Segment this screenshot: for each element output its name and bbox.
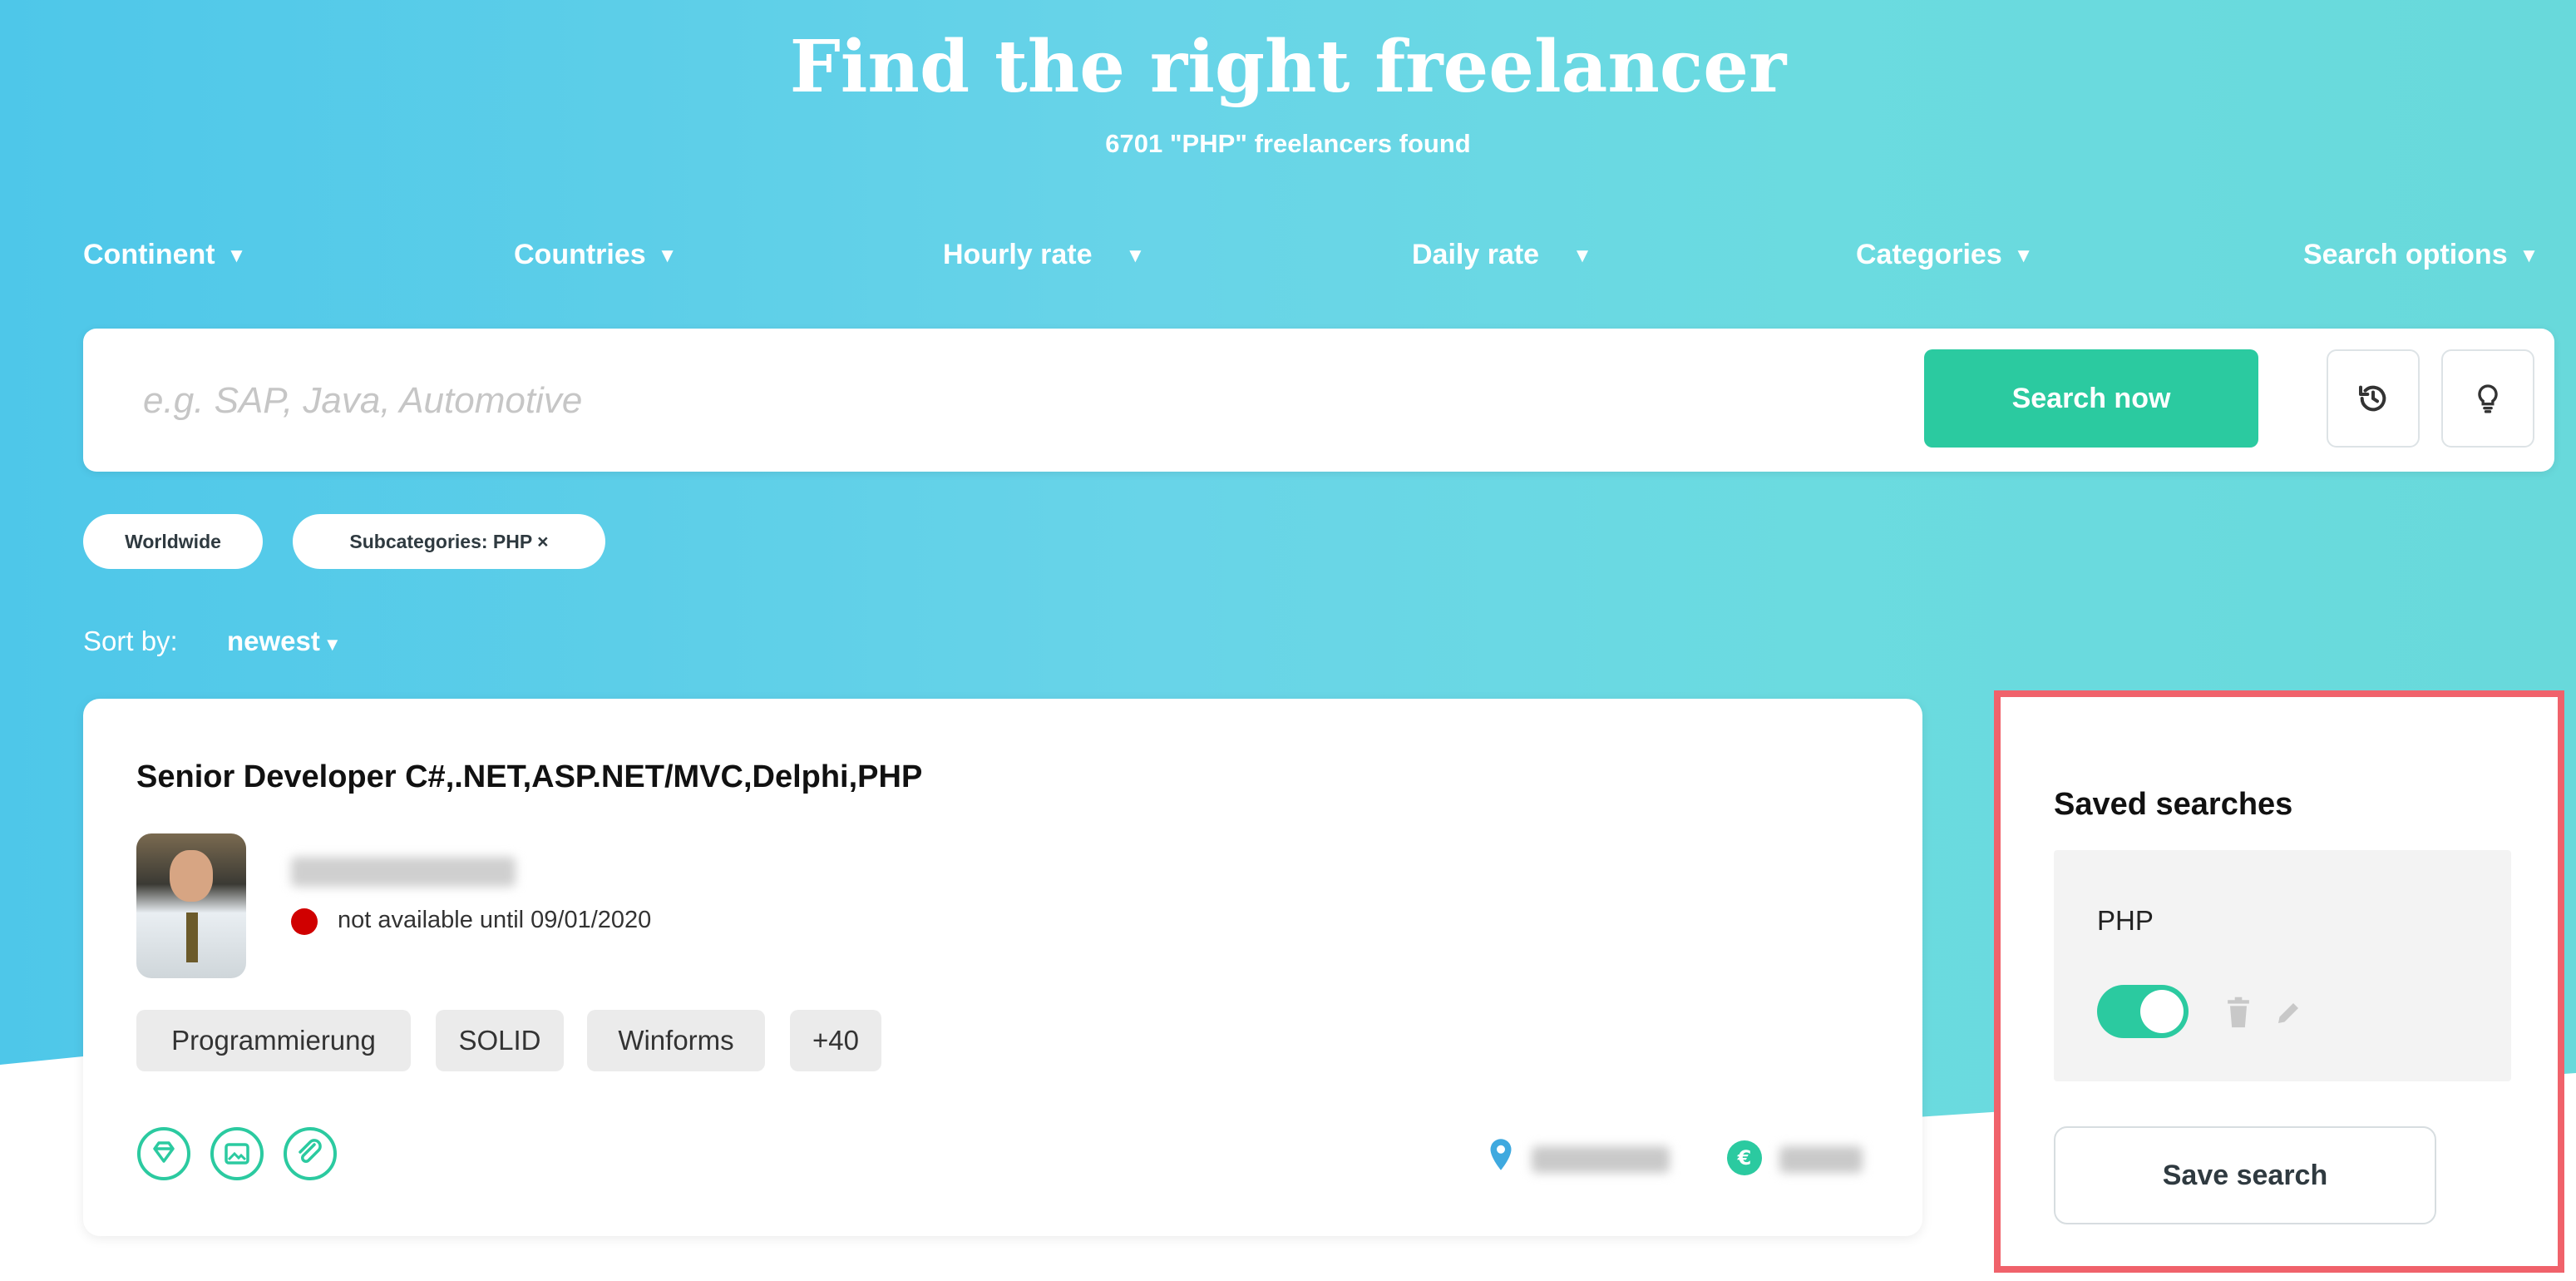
saved-search-toggle[interactable]	[2097, 985, 2189, 1038]
filter-search-options[interactable]: Search options ▼	[2303, 239, 2539, 271]
save-search-button[interactable]: Save search	[2054, 1126, 2436, 1224]
pencil-icon[interactable]	[2273, 997, 2303, 1030]
saved-search-name[interactable]: PHP	[2097, 905, 2154, 937]
page-title: Find the right freelancer	[789, 25, 1787, 109]
chevron-down-icon: ▼	[2519, 245, 2539, 268]
search-history-button[interactable]	[2327, 349, 2420, 448]
saved-search-item: PHP	[2054, 850, 2511, 1081]
paperclip-icon	[284, 1127, 337, 1180]
map-pin-icon	[1490, 1139, 1512, 1170]
chevron-down-icon: ▼	[2013, 245, 2034, 268]
skill-tag: SOLID	[436, 1010, 564, 1071]
filter-categories[interactable]: Categories ▼	[1856, 239, 2034, 271]
availability-status-dot	[291, 908, 318, 935]
sort-dropdown[interactable]: newest ▼	[227, 626, 342, 657]
chevron-down-icon: ▼	[226, 245, 247, 268]
filter-hourly-rate[interactable]: Hourly rate ▼	[943, 239, 1145, 271]
caret-down-icon: ▼	[323, 634, 342, 655]
lightbulb-icon	[2478, 384, 2498, 413]
search-tips-button[interactable]	[2441, 349, 2534, 448]
chevron-down-icon: ▼	[1572, 245, 1592, 268]
saved-searches-panel: Saved searches PHP Save search	[1994, 690, 2564, 1273]
filter-chip-subcategory-php[interactable]: Subcategories: PHP ×	[293, 514, 605, 569]
freelancer-card[interactable]: Senior Developer C#,.NET,ASP.NET/MVC,Del…	[83, 699, 1922, 1236]
chevron-down-icon: ▼	[1125, 245, 1146, 268]
trash-icon[interactable]	[2223, 997, 2253, 1030]
more-tags-badge[interactable]: +40	[790, 1010, 881, 1071]
results-count: 6701 "PHP" freelancers found	[1105, 129, 1471, 158]
rate-blurred	[1779, 1146, 1863, 1173]
image-icon	[210, 1127, 264, 1180]
filter-daily-rate[interactable]: Daily rate ▼	[1412, 239, 1592, 271]
euro-icon: €	[1727, 1140, 1762, 1175]
search-bar: Search now	[83, 329, 2554, 472]
filter-continent[interactable]: Continent ▼	[83, 239, 246, 271]
freelancer-title[interactable]: Senior Developer C#,.NET,ASP.NET/MVC,Del…	[136, 759, 922, 795]
location-blurred	[1532, 1146, 1670, 1173]
search-now-button[interactable]: Search now	[1924, 349, 2258, 448]
history-icon	[2359, 385, 2386, 412]
skill-tag: Winforms	[587, 1010, 765, 1071]
filter-countries[interactable]: Countries ▼	[514, 239, 677, 271]
saved-searches-title: Saved searches	[2054, 787, 2293, 822]
filter-chip-worldwide[interactable]: Worldwide	[83, 514, 263, 569]
freelancer-name-blurred	[291, 857, 516, 887]
svg-text:€: €	[1737, 1146, 1752, 1170]
sort-label: Sort by:	[83, 626, 178, 656]
search-input[interactable]	[141, 368, 1974, 433]
diamond-icon	[137, 1127, 190, 1180]
chevron-down-icon: ▼	[657, 245, 678, 268]
availability-text: not available until 09/01/2020	[338, 907, 652, 933]
avatar[interactable]	[136, 833, 246, 978]
skill-tag: Programmierung	[136, 1010, 411, 1071]
